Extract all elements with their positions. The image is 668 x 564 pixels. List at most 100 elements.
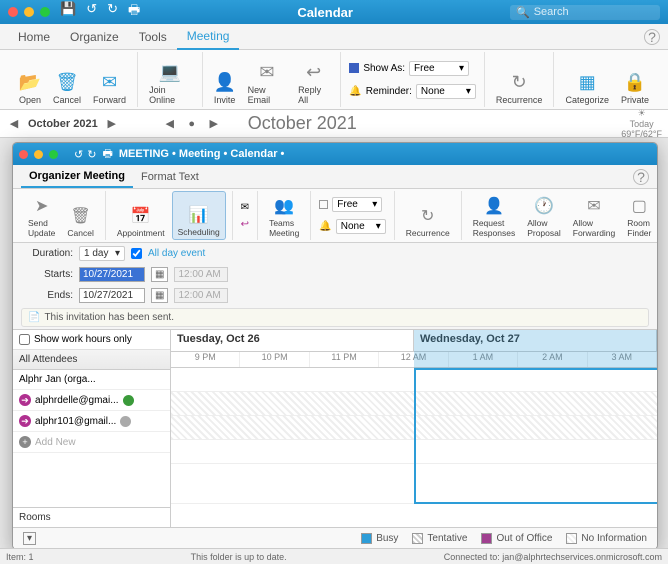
window-title: Calendar [140, 5, 510, 20]
cancel-button[interactable]: 🗑Cancel [62, 191, 98, 240]
reminder-combo[interactable]: None▾ [416, 84, 476, 99]
open-button[interactable]: 📂Open [14, 52, 46, 107]
meeting-help-icon[interactable]: ? [633, 169, 649, 185]
info-icon: 📄 [28, 312, 40, 323]
legend-oof: Out of Office [496, 533, 552, 544]
search-icon: 🔍 [516, 6, 530, 19]
weather-widget[interactable]: ☀ Today 69°F/62°F [621, 108, 662, 139]
tab-organize[interactable]: Organize [60, 25, 129, 49]
sub-redo-icon[interactable]: ↻ [87, 148, 96, 161]
nav-month-label: October 2021 [28, 118, 98, 130]
help-icon[interactable]: ? [644, 29, 660, 45]
starts-time-input[interactable]: 12:00 AM [174, 267, 228, 282]
ends-date-picker-icon[interactable]: ▦ [151, 288, 168, 303]
show-work-hours-label: Show work hours only [34, 334, 132, 345]
meeting-tab-bar: Organizer Meeting Format Text ? [13, 165, 657, 189]
save-icon[interactable]: 💾 [60, 1, 76, 23]
all-day-label: All day event [148, 248, 205, 259]
show-as-row: Show As: Free▾ [347, 59, 478, 78]
minimize-window-icon[interactable] [24, 7, 34, 17]
allow-proposal-button[interactable]: 🕐Allow Proposal [522, 191, 566, 240]
attendee-column: Show work hours only All Attendees Alphr… [13, 330, 171, 527]
prev-day-icon[interactable]: ◀ [162, 117, 178, 130]
new-email-button[interactable]: ✉New Email [243, 52, 291, 107]
recurrence-button[interactable]: ↻Recurrence [491, 52, 548, 107]
redo-icon[interactable]: ↻ [107, 1, 118, 23]
sub-close-icon[interactable] [19, 150, 28, 159]
tab-home[interactable]: Home [8, 25, 60, 49]
join-online-button[interactable]: 💻Join Online [144, 52, 196, 107]
forward-button[interactable]: ✉Forward [88, 52, 131, 107]
reply-all-button[interactable]: ↩Reply All [293, 52, 334, 107]
legend-tentative: Tentative [427, 533, 467, 544]
starts-row: Starts: 10/27/2021 ▦ 12:00 AM [13, 264, 657, 285]
legend-noinfo: No Information [581, 533, 647, 544]
sub-min-icon[interactable] [34, 150, 43, 159]
categorize-button[interactable]: ▦Categorize [560, 52, 614, 107]
invite-button[interactable]: 👤Invite [209, 52, 241, 107]
next-day-icon[interactable]: ▶ [206, 117, 222, 130]
request-responses-button[interactable]: 👤Request Responses [468, 191, 521, 240]
maximize-window-icon[interactable] [40, 7, 50, 17]
all-day-checkbox[interactable] [131, 248, 142, 259]
private-button[interactable]: 🔒Private [616, 52, 654, 107]
sub-undo-icon[interactable]: ↺ [74, 148, 83, 161]
show-work-hours-checkbox[interactable] [19, 334, 30, 345]
cancel-meeting-button[interactable]: 🗑Cancel [48, 52, 86, 107]
reply-icon[interactable]: ↩ [241, 219, 249, 230]
ends-date-input[interactable]: 10/27/2021 [79, 288, 145, 303]
room-finder-button[interactable]: ▢Room Finder [622, 191, 656, 240]
attendee-row-organizer[interactable]: Alphr Jan (orga... [13, 370, 170, 390]
allow-forwarding-button[interactable]: ✉Allow Forwarding [568, 191, 621, 240]
attendee-row[interactable]: ➔alphr101@gmail... [13, 411, 170, 432]
search-placeholder: Search [534, 6, 569, 18]
main-title-bar: 💾 ↺ ↻ 🖶 Calendar 🔍 Search [0, 0, 668, 24]
timeline-day-1: Tuesday, Oct 26 [171, 330, 414, 351]
required-icon: ➔ [19, 415, 31, 427]
main-tab-bar: Home Organize Tools Meeting ? [0, 24, 668, 50]
teams-meeting-button[interactable]: 👥Teams Meeting [264, 191, 304, 240]
prev-month-icon[interactable]: ◀ [6, 117, 22, 130]
tab-meeting[interactable]: Meeting [177, 24, 240, 50]
undo-icon[interactable]: ↺ [86, 1, 97, 23]
starts-date-input[interactable]: 10/27/2021 [79, 267, 145, 282]
today-icon[interactable]: ● [184, 118, 200, 130]
info-bar: 📄 This invitation has been sent. [21, 308, 649, 327]
duration-combo[interactable]: 1 day▾ [79, 246, 125, 261]
recurrence-button-sub[interactable]: ↻Recurrence [401, 191, 455, 240]
meeting-title: MEETING • Meeting • Calendar • [119, 148, 285, 160]
print-icon[interactable]: 🖶 [128, 1, 140, 23]
sub-print-icon[interactable]: 🖶 [102, 145, 112, 164]
add-attendee-button[interactable]: +Add New [13, 432, 170, 453]
mail-icon[interactable]: ✉ [241, 202, 249, 213]
tab-format-text[interactable]: Format Text [133, 167, 207, 187]
scheduling-button[interactable]: 📊Scheduling [172, 191, 226, 240]
search-input[interactable]: 🔍 Search [510, 5, 660, 20]
rooms-header[interactable]: Rooms [13, 507, 170, 527]
sub-max-icon[interactable] [49, 150, 58, 159]
hour-label: 10 PM [240, 352, 309, 367]
legend-busy: Busy [376, 533, 398, 544]
timeline[interactable]: Tuesday, Oct 26 Wednesday, Oct 27 9 PM 1… [171, 330, 657, 527]
appointment-button[interactable]: 📅Appointment [112, 191, 170, 240]
ends-time-input[interactable]: 12:00 AM [174, 288, 228, 303]
plus-icon: + [19, 436, 31, 448]
starts-date-picker-icon[interactable]: ▦ [151, 267, 168, 282]
tab-organizer-meeting[interactable]: Organizer Meeting [21, 166, 133, 188]
options-icon[interactable]: ▾ [23, 532, 36, 545]
status-bar: Item: 1 This folder is up to date. Conne… [0, 548, 668, 564]
reminder-combo-sub[interactable]: None▾ [336, 219, 386, 234]
close-window-icon[interactable] [8, 7, 18, 17]
attendee-row[interactable]: ➔alphrdelle@gmai... [13, 390, 170, 411]
next-month-icon[interactable]: ▶ [104, 117, 120, 130]
send-update-button[interactable]: ➤Send Update [23, 191, 60, 240]
hour-label: 9 PM [171, 352, 240, 367]
calendar-heading: October 2021 [248, 113, 357, 134]
duration-row: Duration: 1 day▾ All day event [13, 243, 657, 264]
all-attendees-header[interactable]: All Attendees [13, 350, 170, 370]
pending-icon [120, 416, 131, 427]
tab-tools[interactable]: Tools [129, 25, 177, 49]
timeline-grid[interactable] [171, 368, 657, 504]
status-combo[interactable]: Free▾ [332, 197, 382, 212]
show-as-combo[interactable]: Free▾ [409, 61, 469, 76]
